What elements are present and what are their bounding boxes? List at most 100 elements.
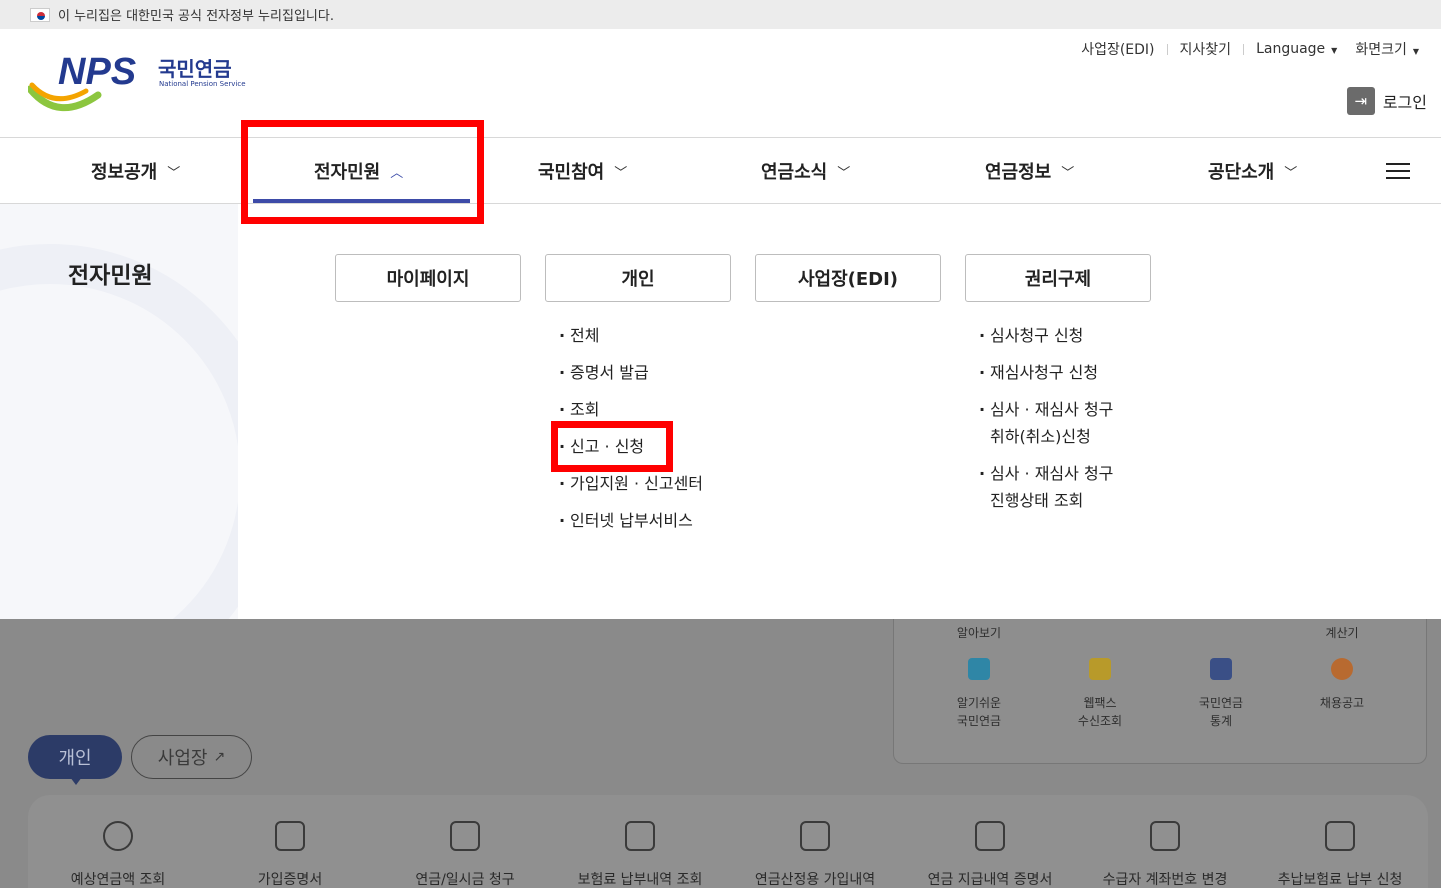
- quick-line: 알기쉬운: [956, 696, 1002, 710]
- nav-label: 정보공개: [91, 162, 158, 183]
- dimmed-overlay: 알아보기 계산기 알기쉬운 국민연금 웹팩스 수신조회 국민연금 통계 채용공고 개인…: [0, 619, 1441, 888]
- won-search-icon: [103, 821, 133, 851]
- chevron-down-icon: ﹀: [837, 165, 851, 181]
- tab-pointer: [70, 777, 82, 785]
- category-remedy[interactable]: 권리구제: [965, 254, 1151, 302]
- submenu-item[interactable]: 인터넷 납부서비스: [559, 507, 693, 534]
- submenu-item[interactable]: 가입지원 · 신고센터: [559, 470, 703, 497]
- quick-label: 알아보기: [956, 626, 1002, 640]
- utility-links: 사업장(EDI) 지사찾기 Language ▼ 화면크기 ▼: [1081, 39, 1419, 59]
- service-item[interactable]: 연금/일시금 청구: [380, 795, 550, 888]
- korea-flag-icon: [30, 7, 50, 22]
- submenu-item[interactable]: 심사 · 재심사 청구취하(취소)신청: [979, 396, 1114, 450]
- login-label: 로그인: [1382, 93, 1427, 112]
- mega-menu-side: 전자민원: [0, 204, 238, 619]
- service-item[interactable]: 연금산정용 가입내역: [730, 795, 900, 888]
- quick-line: 국민연금: [956, 714, 1002, 728]
- tab-individual[interactable]: 개인: [28, 735, 122, 779]
- service-item[interactable]: 추납보험료 납부 신청: [1255, 795, 1425, 888]
- service-label: 추납보험료 납부 신청: [1277, 872, 1403, 888]
- quick-label: 계산기: [1325, 626, 1359, 640]
- chat-document-icon: [1325, 821, 1355, 851]
- decorative-swirl: [0, 244, 238, 619]
- language-select[interactable]: Language ▼: [1256, 41, 1337, 57]
- chevron-down-icon: ﹀: [614, 165, 628, 181]
- service-panel: 예상연금액 조회 가입증명서 연금/일시금 청구 보험료 납부내역 조회 연금산…: [28, 795, 1428, 888]
- printer-icon: [275, 821, 305, 851]
- main-nav: 정보공개 ﹀ 전자민원 ︿ 국민참여 ﹀ 연금소식 ﹀ 연금정보 ﹀ 공단소개 ﹀: [0, 138, 1441, 204]
- chart-icon: [1210, 658, 1232, 680]
- chevron-down-icon: ﹀: [1284, 165, 1298, 181]
- inbox-icon: [800, 821, 830, 851]
- screen-size-label: 화면크기: [1355, 42, 1407, 58]
- nps-logo[interactable]: NPS 국민연금 National Pension Service: [26, 51, 258, 113]
- submenu-item[interactable]: 심사 · 재심사 청구진행상태 조회: [979, 460, 1114, 514]
- nav-participation[interactable]: 국민참여 ﹀: [538, 138, 627, 204]
- service-label: 예상연금액 조회: [70, 872, 166, 888]
- nps-logo-mark: NPS 국민연금 National Pension Service: [26, 51, 246, 111]
- nav-pension-info[interactable]: 연금정보 ﹀: [985, 138, 1074, 204]
- login-button[interactable]: ⇥ 로그인: [1346, 87, 1427, 115]
- site-header: NPS 국민연금 National Pension Service 사업장(ED…: [0, 29, 1441, 138]
- divider: [1166, 43, 1168, 55]
- category-personal[interactable]: 개인: [545, 254, 731, 302]
- nav-label: 연금정보: [985, 162, 1052, 183]
- quick-item[interactable]: 채용공고: [1292, 658, 1392, 712]
- submenu-line: 심사 · 재심사 청구: [990, 400, 1114, 419]
- caret-down-icon: ▼: [1412, 47, 1419, 56]
- gov-banner: 이 누리집은 대한민국 공식 전자정부 누리집입니다.: [0, 0, 1441, 29]
- chevron-down-icon: ﹀: [167, 165, 181, 181]
- service-item[interactable]: 보험료 납부내역 조회: [555, 795, 725, 888]
- nav-news[interactable]: 연금소식 ﹀: [761, 138, 850, 204]
- submenu-line: 심사 · 재심사 청구: [990, 464, 1114, 483]
- service-label: 연금산정용 가입내역: [754, 872, 876, 888]
- branch-link[interactable]: 지사찾기: [1180, 39, 1232, 59]
- submenu-line: 취하(취소)신청: [990, 427, 1091, 446]
- category-business-edi[interactable]: 사업장(EDI): [755, 254, 941, 302]
- divider: [1243, 43, 1245, 55]
- category-mypage[interactable]: 마이페이지: [335, 254, 521, 302]
- submenu-item[interactable]: 증명서 발급: [559, 359, 649, 386]
- service-item[interactable]: 가입증명서: [205, 795, 375, 888]
- quick-item[interactable]: 웹팩스 수신조회: [1050, 658, 1150, 730]
- submenu-item[interactable]: 조회: [559, 396, 600, 423]
- service-item[interactable]: 연금 지급내역 증명서: [905, 795, 1075, 888]
- quick-line: 채용공고: [1319, 696, 1365, 710]
- mega-menu-title: 전자민원: [68, 263, 153, 289]
- mega-menu: 전자민원 마이페이지 개인 사업장(EDI) 권리구제 전체 증명서 발급 조회…: [0, 204, 1441, 619]
- service-item[interactable]: 수급자 계좌번호 변경: [1080, 795, 1250, 888]
- menu-icon[interactable]: [1386, 163, 1410, 181]
- quick-item[interactable]: 국민연금 통계: [1171, 658, 1271, 730]
- nav-label: 공단소개: [1208, 162, 1275, 183]
- submenu-item[interactable]: 재심사청구 신청: [979, 359, 1098, 386]
- external-link-icon: ↗: [213, 749, 226, 765]
- document-list-icon: [625, 821, 655, 851]
- service-item[interactable]: 예상연금액 조회: [33, 795, 203, 888]
- monitor-icon: [968, 658, 990, 680]
- gov-banner-text: 이 누리집은 대한민국 공식 전자정부 누리집입니다.: [58, 9, 334, 24]
- nav-label: 국민참여: [538, 162, 605, 183]
- nav-info-disclosure[interactable]: 정보공개 ﹀: [91, 138, 180, 204]
- caret-down-icon: ▼: [1331, 46, 1338, 55]
- highlight-box: [551, 421, 673, 472]
- service-label: 보험료 납부내역 조회: [577, 872, 703, 888]
- logo-korean: 국민연금: [158, 57, 232, 81]
- screen-size-select[interactable]: 화면크기 ▼: [1355, 39, 1419, 59]
- quick-line: 통계: [1209, 714, 1233, 728]
- logo-brand: NPS: [58, 51, 136, 93]
- nav-about[interactable]: 공단소개 ﹀: [1208, 138, 1297, 204]
- service-label: 연금/일시금 청구: [415, 872, 515, 888]
- nav-label: 연금소식: [761, 162, 828, 183]
- chevron-down-icon: ﹀: [1061, 165, 1075, 181]
- submenu-item[interactable]: 심사청구 신청: [979, 322, 1083, 349]
- edi-link[interactable]: 사업장(EDI): [1081, 39, 1154, 59]
- quick-menu: 알아보기 계산기 알기쉬운 국민연금 웹팩스 수신조회 국민연금 통계 채용공고: [893, 619, 1427, 764]
- certificate-icon: [975, 821, 1005, 851]
- fax-icon: [1089, 658, 1111, 680]
- quick-item[interactable]: 알기쉬운국민연금: [929, 658, 1029, 730]
- document-edit-icon: [1150, 821, 1180, 851]
- tab-business[interactable]: 사업장 ↗: [131, 735, 252, 779]
- submenu-item[interactable]: 전체: [559, 322, 600, 349]
- login-icon: ⇥: [1346, 87, 1375, 115]
- logo-english: National Pension Service: [159, 80, 246, 88]
